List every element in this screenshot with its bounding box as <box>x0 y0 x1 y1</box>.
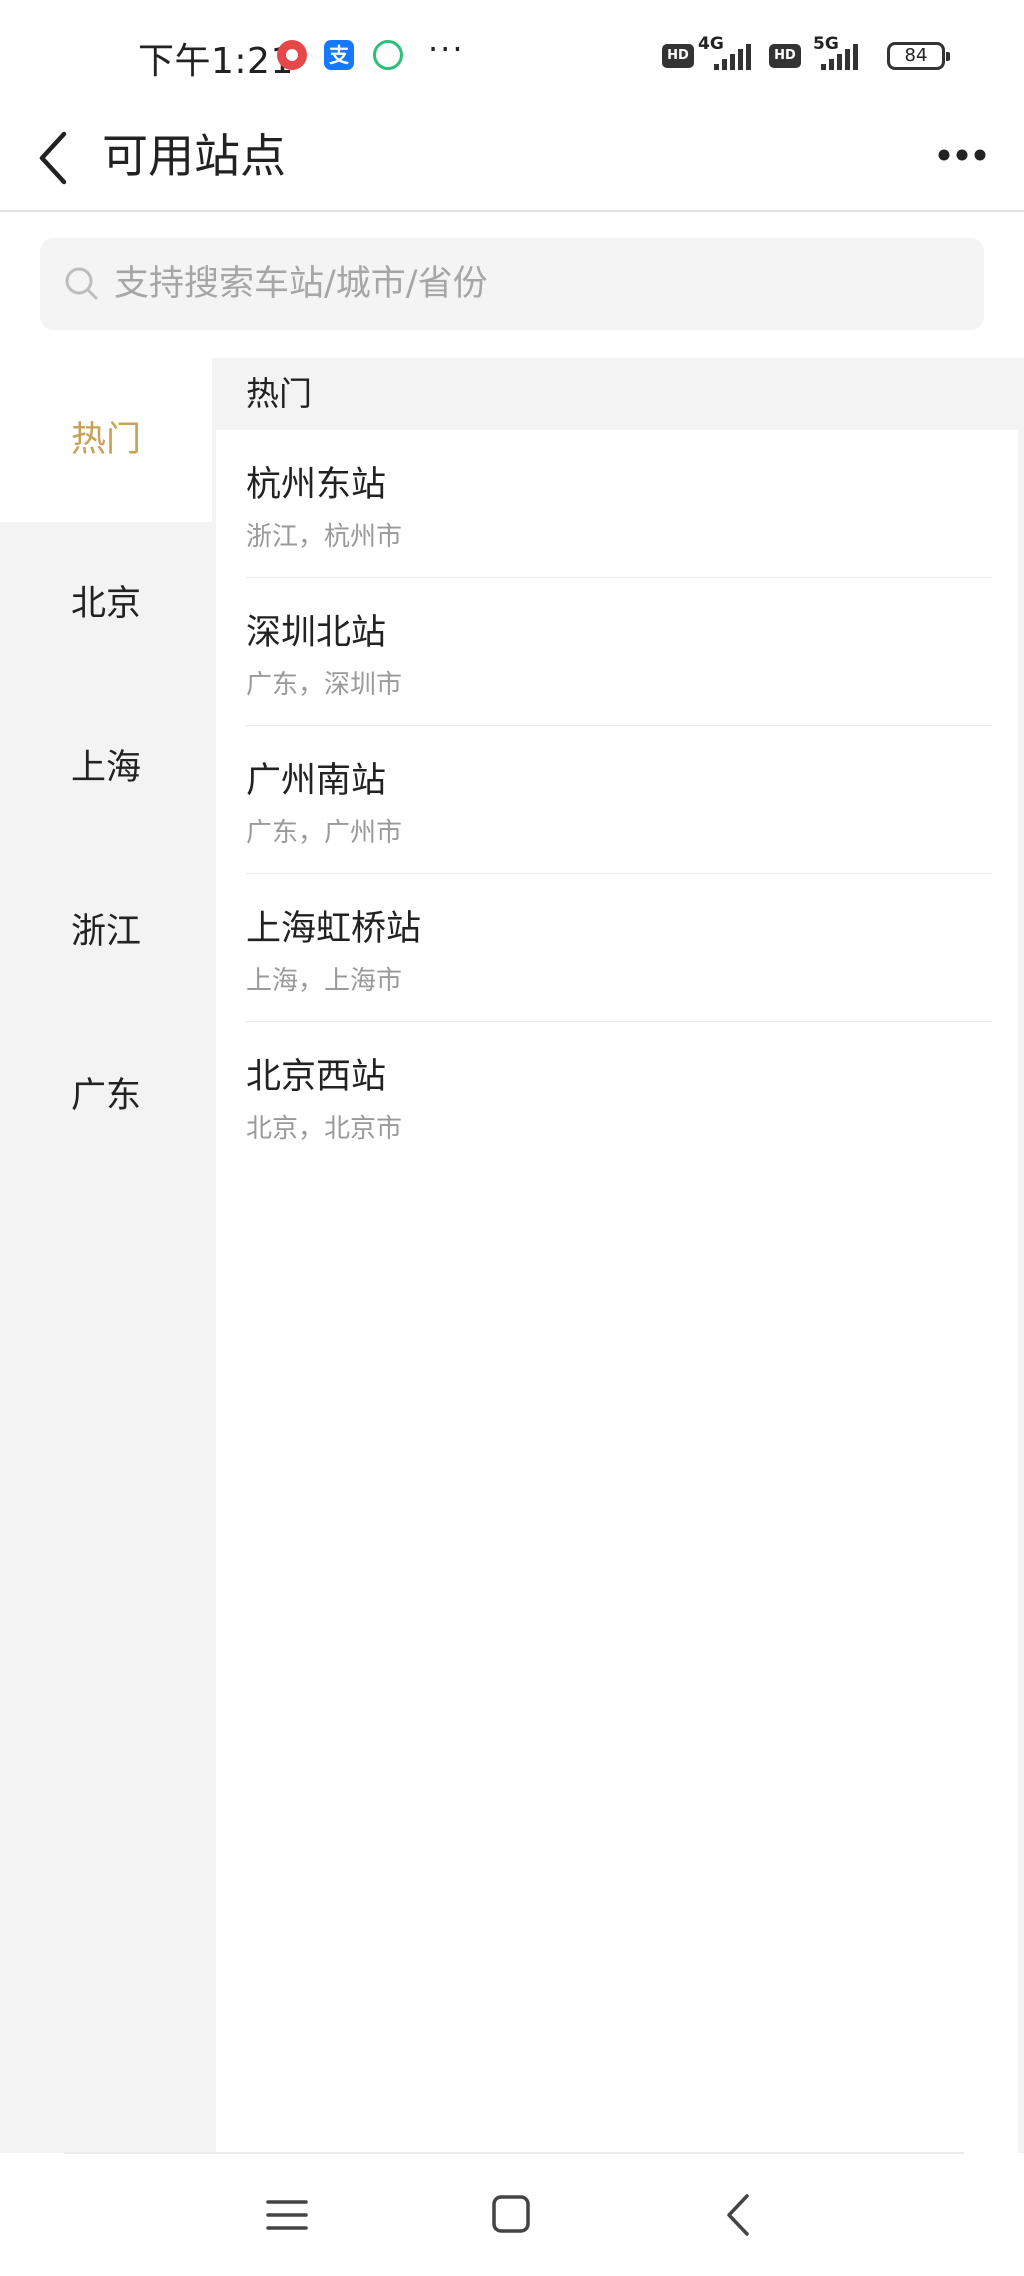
station-region: 广东，广州市 <box>246 818 403 848</box>
station-region: 广东，深圳市 <box>246 670 403 700</box>
sidebar-item-shanghai[interactable]: 上海 <box>0 686 212 850</box>
station-list-panel: 热门 杭州东站 浙江，杭州市 深圳北站 广东，深圳市 广州南站 广东，广州市 上… <box>216 358 1018 2153</box>
station-region: 浙江，杭州市 <box>246 522 403 552</box>
station-region: 上海，上海市 <box>246 966 403 996</box>
list-edge-divider <box>1018 358 1024 2153</box>
section-header: 热门 <box>216 358 1018 430</box>
home-icon <box>492 2195 530 2233</box>
signal-icon <box>714 44 751 70</box>
chevron-left-icon <box>39 131 67 185</box>
hd-icon: HD <box>662 44 694 68</box>
signal-icon <box>821 44 858 70</box>
station-region: 北京，北京市 <box>246 1114 403 1144</box>
status-time: 下午1:21 <box>138 41 294 82</box>
search-section <box>0 212 1024 358</box>
sidebar-item-guangdong[interactable]: 广东 <box>0 1014 212 1178</box>
more-notifications-icon: ··· <box>428 30 465 68</box>
app-header: 可用站点 <box>0 110 1024 212</box>
app-notification-icon <box>373 40 403 70</box>
search-bar[interactable] <box>40 238 984 330</box>
station-item[interactable]: 北京西站 北京，北京市 <box>246 1022 992 1169</box>
music-app-icon <box>277 40 307 70</box>
sidebar-item-zhejiang[interactable]: 浙江 <box>0 850 212 1014</box>
system-back-button[interactable] <box>705 2184 775 2248</box>
station-name: 北京西站 <box>246 1057 387 1097</box>
station-item[interactable]: 深圳北站 广东，深圳市 <box>246 578 992 726</box>
battery-icon: 84 <box>887 42 950 70</box>
more-dots-icon <box>938 149 986 161</box>
station-name: 广州南站 <box>246 761 387 801</box>
search-input[interactable] <box>114 238 964 330</box>
category-sidebar: 热门 北京 上海 浙江 广东 <box>0 358 216 2153</box>
home-button[interactable] <box>477 2184 547 2248</box>
station-item[interactable]: 杭州东站 浙江，杭州市 <box>246 430 992 578</box>
more-options-button[interactable] <box>930 130 990 180</box>
menu-icon <box>266 2200 308 2230</box>
sidebar-item-beijing[interactable]: 北京 <box>0 522 212 686</box>
station-name: 深圳北站 <box>246 613 387 653</box>
status-bar: 下午1:21 支 ··· HD 4G HD 5G 84 <box>0 0 1024 110</box>
sidebar-item-hot[interactable]: 热门 <box>0 358 212 522</box>
hd-icon: HD <box>769 44 801 68</box>
station-name: 上海虹桥站 <box>246 909 422 949</box>
menu-button[interactable] <box>252 2184 322 2248</box>
station-name: 杭州东站 <box>246 465 387 505</box>
alipay-app-icon: 支 <box>324 40 354 70</box>
page-title: 可用站点 <box>102 129 286 183</box>
search-icon <box>65 267 98 300</box>
station-item[interactable]: 上海虹桥站 上海，上海市 <box>246 874 992 1022</box>
station-item[interactable]: 广州南站 广东，广州市 <box>246 726 992 874</box>
back-icon <box>727 2194 749 2236</box>
back-button[interactable] <box>28 118 88 198</box>
system-navigation-bar <box>0 2154 1024 2276</box>
